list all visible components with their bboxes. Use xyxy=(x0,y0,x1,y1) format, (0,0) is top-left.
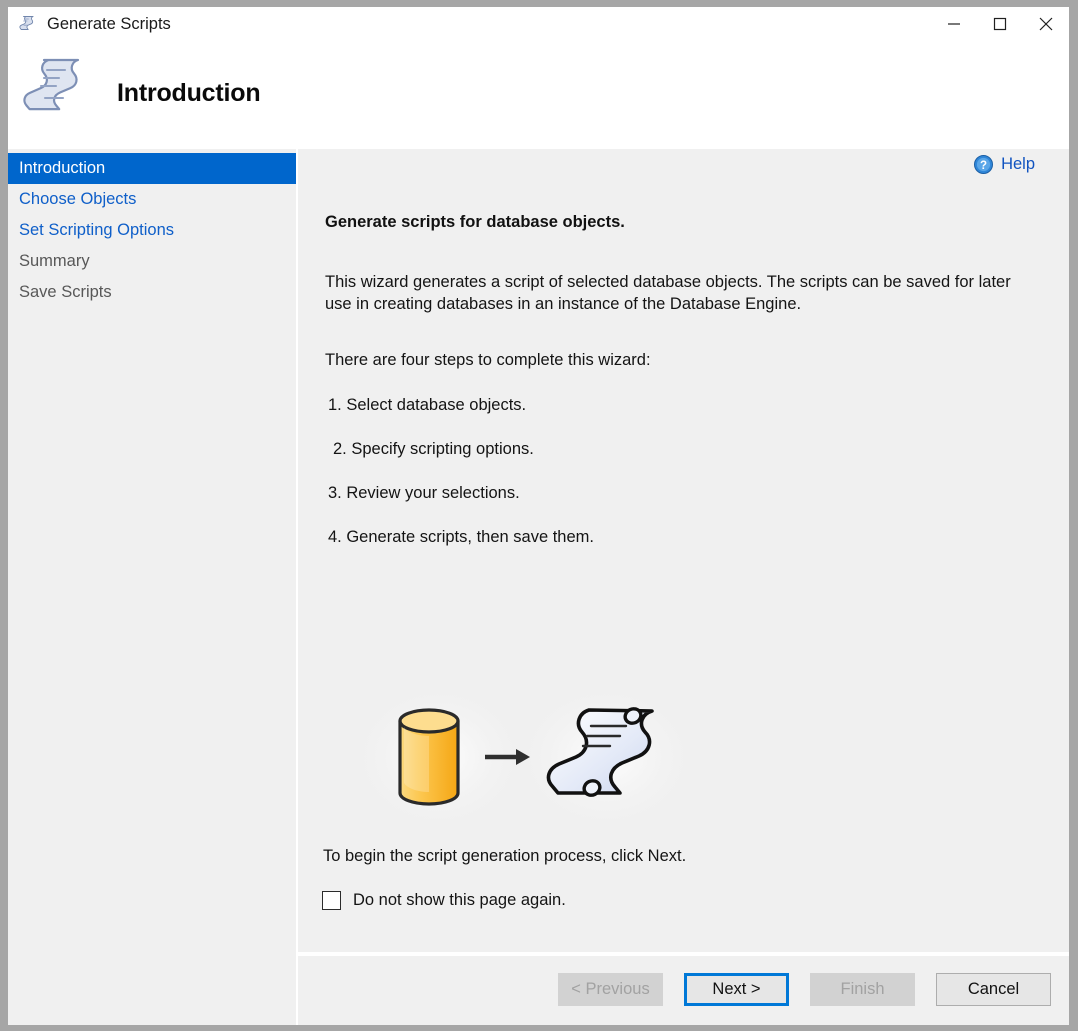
help-link[interactable]: ? Help xyxy=(974,155,1035,174)
wizard-body: Introduction Choose Objects Set Scriptin… xyxy=(8,146,1069,1025)
do-not-show-again-label: Do not show this page again. xyxy=(353,891,566,910)
button-group: < Previous Next > Finish Cancel xyxy=(558,973,1051,1006)
list-item: 2. Specify scripting options. xyxy=(325,440,1045,459)
window-title: Generate Scripts xyxy=(47,16,171,33)
closing-instruction: To begin the script generation process, … xyxy=(323,847,686,866)
help-question-icon: ? xyxy=(974,155,993,174)
title-bar: Generate Scripts xyxy=(8,7,1069,41)
sidebar-item-save-scripts: Save Scripts xyxy=(8,277,296,308)
finish-button: Finish xyxy=(810,973,915,1006)
sidebar-item-choose-objects[interactable]: Choose Objects xyxy=(8,184,296,215)
sidebar-item-label: Introduction xyxy=(19,159,105,177)
script-scroll-icon xyxy=(18,14,38,34)
list-item: 3. Review your selections. xyxy=(325,484,1045,503)
page-title: Introduction xyxy=(117,79,260,108)
do-not-show-again-row[interactable]: Do not show this page again. xyxy=(322,891,566,910)
sidebar-item-set-scripting-options[interactable]: Set Scripting Options xyxy=(8,215,296,246)
sidebar-item-label: Summary xyxy=(19,252,90,270)
intro-paragraph: This wizard generates a script of select… xyxy=(325,272,1027,316)
svg-text:?: ? xyxy=(980,160,987,172)
next-button[interactable]: Next > xyxy=(684,973,789,1006)
page-banner: Introduction xyxy=(8,41,1069,146)
steps-list: 1. Select database objects. 2. Specify s… xyxy=(325,396,1045,547)
help-label: Help xyxy=(1001,156,1035,173)
sidebar-item-label: Save Scripts xyxy=(19,283,112,301)
wizard-button-bar: < Previous Next > Finish Cancel xyxy=(298,956,1069,1025)
do-not-show-again-checkbox[interactable] xyxy=(322,891,341,910)
content-heading: Generate scripts for database objects. xyxy=(325,213,1045,232)
sidebar-item-summary: Summary xyxy=(8,246,296,277)
script-scroll-large-icon xyxy=(20,53,98,135)
steps-intro-paragraph: There are four steps to complete this wi… xyxy=(325,350,1027,372)
sidebar-item-label: Choose Objects xyxy=(19,190,136,208)
sidebar-item-introduction[interactable]: Introduction xyxy=(8,153,296,184)
sidebar-item-label: Set Scripting Options xyxy=(19,221,174,239)
maximize-icon[interactable] xyxy=(977,7,1023,41)
window-controls xyxy=(931,7,1069,41)
previous-button: < Previous xyxy=(558,973,663,1006)
list-item: 1. Select database objects. xyxy=(325,396,1045,415)
wizard-illustration xyxy=(364,694,684,820)
minimize-icon[interactable] xyxy=(931,7,977,41)
cancel-button[interactable]: Cancel xyxy=(936,973,1051,1006)
wizard-step-list: Introduction Choose Objects Set Scriptin… xyxy=(8,149,296,1025)
database-cylinder-icon xyxy=(400,710,458,804)
close-icon[interactable] xyxy=(1023,7,1069,41)
list-item: 4. Generate scripts, then save them. xyxy=(325,528,1045,547)
application-window: Generate Scripts xyxy=(0,0,1078,1031)
window-inner: Generate Scripts xyxy=(8,7,1069,1025)
content-panel: ? Help Generate scripts for database obj… xyxy=(298,149,1069,952)
intro-content: Generate scripts for database objects. T… xyxy=(325,213,1045,572)
